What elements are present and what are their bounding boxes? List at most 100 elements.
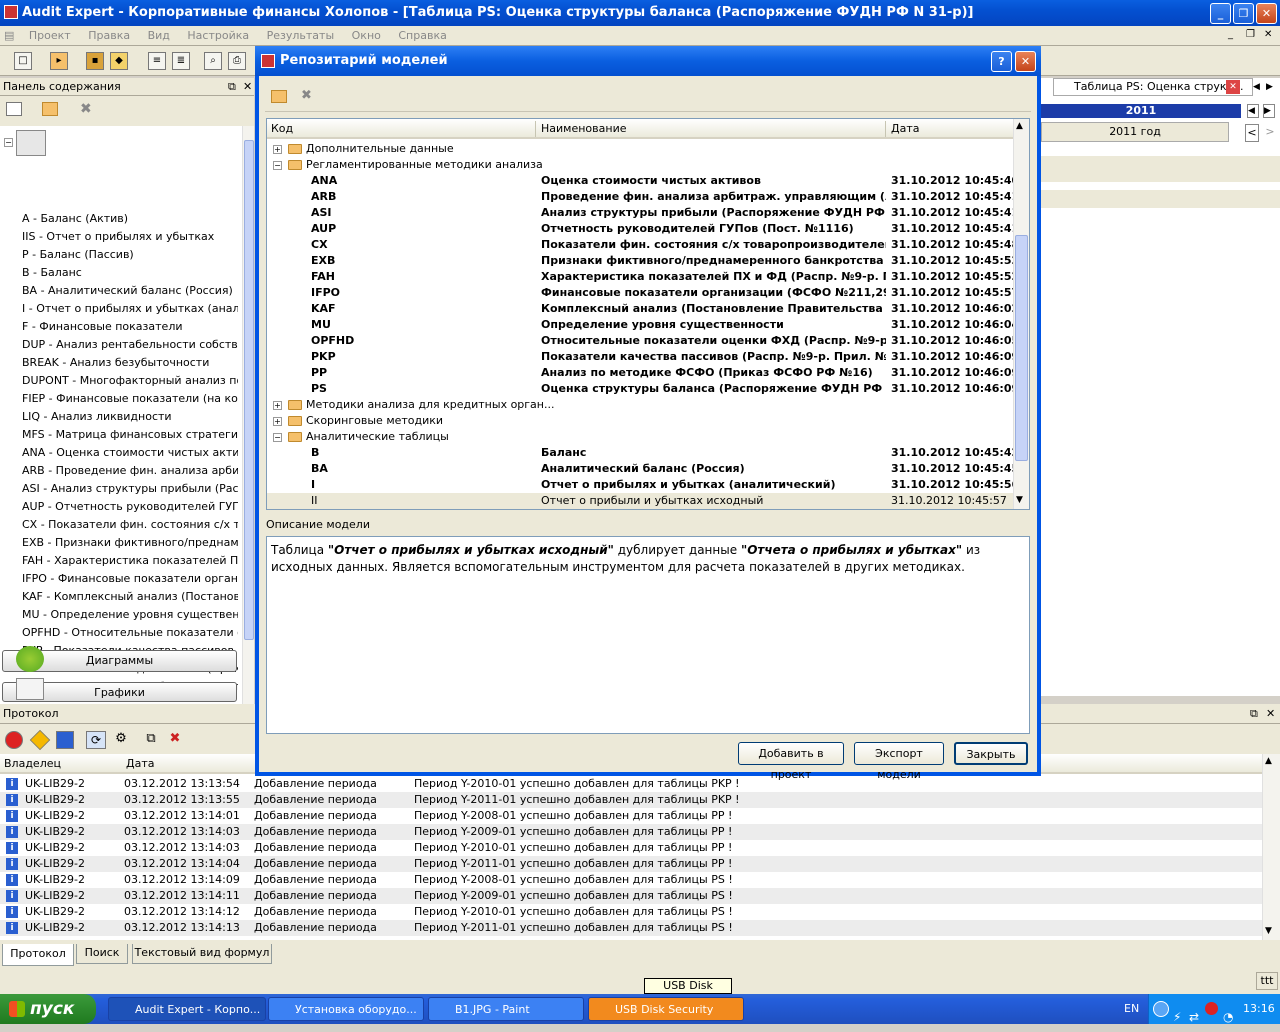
task-hardware-setup[interactable]: Установка оборудо... — [268, 997, 424, 1021]
tree-item[interactable]: IFPO - Финансовые показатели органи... — [22, 570, 238, 588]
menu-edit[interactable]: Правка — [81, 26, 137, 45]
tree-item[interactable]: FIEP - Финансовые показатели (на кон... — [22, 390, 238, 408]
form-view-icon[interactable]: ≣ — [172, 52, 190, 70]
protocol-scroll-down-icon[interactable]: ▼ — [1265, 926, 1272, 936]
model-row[interactable]: CX Показатели фин. состояния с/х товаропр… — [267, 237, 1019, 253]
year-nav-right-icon[interactable]: ▶ — [1263, 104, 1275, 118]
tree-item[interactable]: AUP - Отчетность руководителей ГУП... — [22, 498, 238, 516]
tab-scroll-left-icon[interactable]: ◀ — [1253, 78, 1265, 96]
delete-icon[interactable]: ✖ — [80, 101, 92, 117]
doc-tab[interactable]: Таблица PS: Оценка структ... — [1053, 78, 1253, 96]
tree-item[interactable]: FAH - Характеристика показателей ПХ ... — [22, 552, 238, 570]
mdi-minimize-button[interactable]: _ — [1228, 29, 1242, 42]
tab-search[interactable]: Поиск — [76, 944, 128, 964]
folder-analytic-tables[interactable]: − Аналитические таблицы — [267, 429, 1013, 445]
col-date-dlg[interactable]: Дата — [891, 122, 919, 135]
open-icon[interactable]: ▸ — [50, 52, 68, 70]
task-usb-disk-security[interactable]: USB Disk Security — [588, 997, 744, 1021]
tree-item[interactable]: DUPONT - Многофакторный анализ по ... — [22, 372, 238, 390]
export-model-button[interactable]: Экспорт модели — [854, 742, 944, 781]
model-row[interactable]: AUP Отчетность руководителей ГУПов (Пост.… — [267, 221, 1019, 237]
tray-back-icon[interactable] — [1153, 1001, 1169, 1017]
log-row[interactable]: i UK-LIB29-2 03.12.2012 13:14:03 Добавление… — [0, 824, 1262, 840]
menu-results[interactable]: Результаты — [260, 26, 342, 45]
tree-item[interactable]: CX - Показатели фин. состояния с/х то... — [22, 516, 238, 534]
tree-item[interactable]: P - Баланс (Пассив) — [22, 246, 238, 264]
expand-icon[interactable]: + — [273, 400, 282, 410]
collapse-icon[interactable]: − — [273, 432, 282, 442]
close-window-button[interactable]: ✕ — [1256, 3, 1277, 24]
col-date[interactable]: Дата — [126, 757, 154, 770]
dialog-close-icon[interactable]: ✕ — [1015, 51, 1036, 72]
add-folder-icon[interactable] — [42, 102, 58, 116]
collapse-tables-icon[interactable]: − — [4, 138, 13, 147]
tree-item[interactable]: EXB - Признаки фиктивного/преднамер... — [22, 534, 238, 552]
print-icon[interactable]: ⎙ — [228, 52, 246, 70]
model-row[interactable]: KAF Комплексный анализ (Постановление Пра… — [267, 301, 1019, 317]
minimize-button[interactable]: _ — [1210, 3, 1231, 24]
protocol-scroll-up-icon[interactable]: ▲ — [1265, 756, 1272, 766]
tree-scroll-thumb[interactable] — [244, 140, 254, 640]
model-row[interactable]: PP Анализ по методике ФСФО (Приказ ФСФО Р… — [267, 365, 1019, 381]
model-row[interactable]: ANA Оценка стоимости чистых активов 31.10.… — [267, 173, 1019, 189]
copy-icon[interactable]: ⧉ — [142, 731, 160, 749]
panel-pin-icon[interactable]: ⧉ — [228, 78, 236, 96]
log-row[interactable]: i UK-LIB29-2 03.12.2012 13:14:01 Добавление… — [0, 808, 1262, 824]
mdi-close-button[interactable]: ✕ — [1264, 29, 1278, 42]
tree-item[interactable]: BA - Аналитический баланс (Россия) — [22, 282, 238, 300]
model-list-scrollbar[interactable]: ▲ ▼ — [1013, 119, 1029, 509]
protocol-close-icon[interactable]: ✕ — [1266, 704, 1275, 724]
mdi-restore-button[interactable]: ❐ — [1246, 29, 1260, 42]
model-row[interactable]: ASI Анализ структуры прибыли (Распоряжени… — [267, 205, 1019, 221]
log-row[interactable]: i UK-LIB29-2 03.12.2012 13:14:04 Добавление… — [0, 856, 1262, 872]
protocol-pin-icon[interactable]: ⧉ — [1250, 704, 1258, 724]
tree-item[interactable]: A - Баланс (Актив) — [22, 210, 238, 228]
tray-clock[interactable]: 13:16 — [1243, 994, 1275, 1024]
menu-help[interactable]: Справка — [391, 26, 453, 45]
tray-volume-icon[interactable]: ◔ — [1223, 1002, 1233, 1032]
app-menu-icon[interactable]: ▤ — [0, 26, 18, 45]
model-row[interactable]: I Отчет о прибылях и убытках (аналитическ… — [267, 477, 1019, 493]
model-scroll-thumb[interactable] — [1015, 235, 1028, 461]
menu-window[interactable]: Окно — [345, 26, 388, 45]
task-paint[interactable]: B1.JPG - Paint — [428, 997, 584, 1021]
model-row[interactable]: PS Оценка структуры баланса (Распоряжение… — [267, 381, 1019, 397]
tree-item[interactable]: ASI - Анализ структуры прибыли (Расп... — [22, 480, 238, 498]
delete-model-icon[interactable]: ✖ — [301, 88, 312, 103]
tree-item[interactable]: DUP - Анализ рентабельности собствен... — [22, 336, 238, 354]
filter-info-icon[interactable] — [56, 731, 74, 749]
tree-item[interactable]: KAF - Комплексный анализ (Постановл... — [22, 588, 238, 606]
model-scroll-up-icon[interactable]: ▲ — [1016, 121, 1023, 131]
model-row[interactable]: PKP Показатели качества пассивов (Распр. … — [267, 349, 1019, 365]
add-item-icon[interactable] — [6, 102, 22, 116]
folder-scoring-methods[interactable]: + Скоринговые методики — [267, 413, 1013, 429]
filter-warnings-icon[interactable] — [29, 729, 51, 751]
col-name[interactable]: Наименование — [541, 122, 626, 135]
close-dialog-button[interactable]: Закрыть — [954, 742, 1028, 765]
menu-settings[interactable]: Настройка — [180, 26, 256, 45]
log-row[interactable]: i UK-LIB29-2 03.12.2012 13:14:13 Добавление… — [0, 920, 1262, 936]
folder-credit-methods[interactable]: + Методики анализа для кредитных орган... — [267, 397, 1013, 413]
folder-additional-data[interactable]: + Дополнительные данные — [267, 141, 1013, 157]
model-row[interactable]: EXB Признаки фиктивного/преднамеренного б… — [267, 253, 1019, 269]
tree-item[interactable]: MFS - Матрица финансовых стратегий — [22, 426, 238, 444]
scroll-prev-button[interactable]: < — [1245, 124, 1259, 142]
model-row[interactable]: BA Аналитический баланс (Россия) 31.10.201… — [267, 461, 1019, 477]
new-icon[interactable]: □ — [14, 52, 32, 70]
year-nav-left-icon[interactable]: ◀ — [1247, 104, 1259, 118]
tab-protocol[interactable]: Протокол — [2, 944, 74, 966]
model-row[interactable]: ARB Проведение фин. анализа арбитраж. упр… — [267, 189, 1019, 205]
collapse-icon[interactable]: − — [273, 160, 282, 170]
language-indicator[interactable]: EN — [1124, 1002, 1139, 1015]
add-model-folder-icon[interactable] — [271, 90, 287, 103]
tree-item[interactable]: OPFHD - Относительные показатели о... — [22, 624, 238, 642]
add-to-project-button[interactable]: Добавить в проект — [738, 742, 844, 781]
export-icon[interactable]: ◆ — [110, 52, 128, 70]
filter-errors-icon[interactable] — [5, 731, 23, 749]
tray-antivirus-icon[interactable] — [1205, 1002, 1218, 1015]
model-row[interactable]: B Баланс 31.10.2012 10:45:42 — [267, 445, 1019, 461]
tree-item[interactable]: BREAK - Анализ безубыточности — [22, 354, 238, 372]
tree-item[interactable]: F - Финансовые показатели — [22, 318, 238, 336]
log-row[interactable]: i UK-LIB29-2 03.12.2012 13:14:11 Добавление… — [0, 888, 1262, 904]
tree-item[interactable]: IIS - Отчет о прибылях и убытках — [22, 228, 238, 246]
